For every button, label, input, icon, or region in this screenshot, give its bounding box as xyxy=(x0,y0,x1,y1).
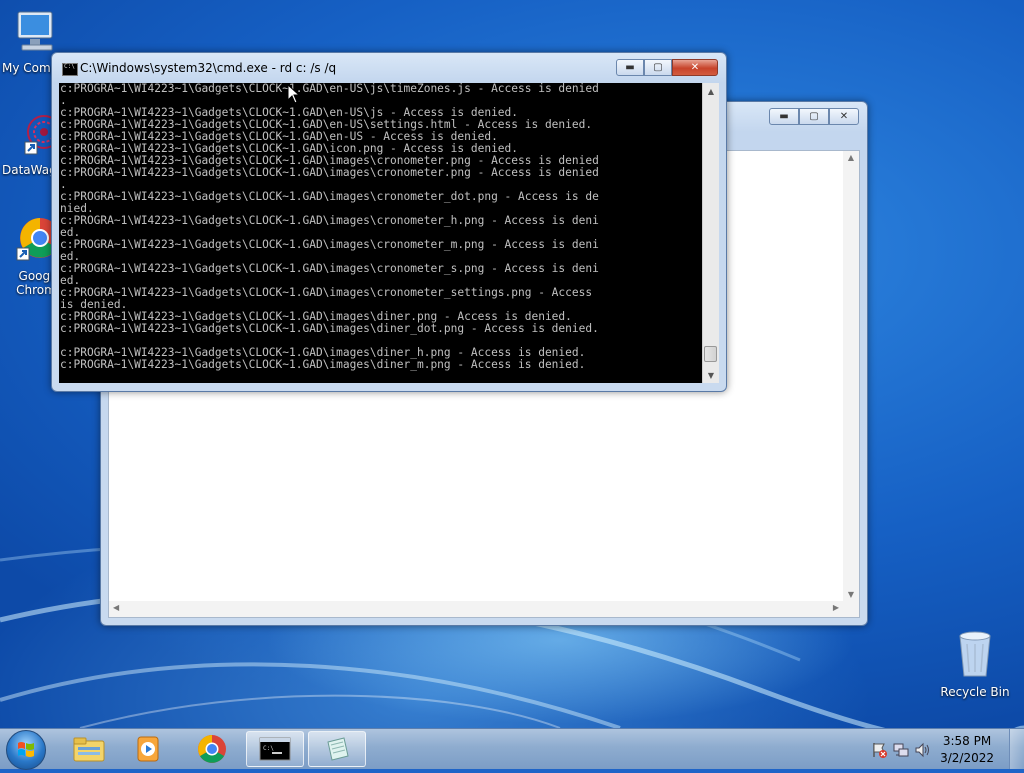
scroll-down-arrow-icon[interactable]: ▼ xyxy=(703,367,719,383)
scroll-down-arrow-icon[interactable]: ▼ xyxy=(843,590,859,599)
taskbar-cmd-button[interactable]: C:\ xyxy=(246,731,304,767)
close-button[interactable]: ✕ xyxy=(672,59,718,76)
cmd-caption-buttons: ▬ ▢ ✕ xyxy=(616,59,718,76)
scrollbar-thumb[interactable] xyxy=(704,346,717,362)
taskbar-chrome-button[interactable] xyxy=(183,731,241,767)
system-tray: 3:58 PM 3/2/2022 xyxy=(864,729,1024,769)
console-line: c:PROGRA~1\WI4223~1\Gadgets\CLOCK~1.GAD\… xyxy=(60,286,593,299)
desktop-icon-chrome[interactable]: Googl Chrom xyxy=(0,214,60,297)
start-orb[interactable] xyxy=(6,730,46,770)
chrome-icon xyxy=(198,735,226,763)
cmd-window-icon: C:\ xyxy=(62,63,78,76)
scroll-right-arrow-icon[interactable]: ▶ xyxy=(833,603,839,612)
taskbar-clock[interactable]: 3:58 PM 3/2/2022 xyxy=(940,733,994,767)
clock-date: 3/2/2022 xyxy=(940,751,994,765)
scroll-up-arrow-icon[interactable]: ▲ xyxy=(703,83,719,99)
console-line: c:PROGRA~1\WI4223~1\Gadgets\CLOCK~1.GAD\… xyxy=(60,238,599,251)
explorer-icon xyxy=(73,737,105,762)
chrome-icon xyxy=(16,218,60,261)
recycle-bin-icon xyxy=(959,631,991,677)
volume-icon[interactable] xyxy=(914,741,932,759)
desktop-icon-recycle-bin[interactable]: Recycle Bin xyxy=(939,630,1011,699)
maximize-button[interactable]: ▢ xyxy=(799,108,829,125)
network-icon[interactable] xyxy=(892,741,910,759)
console-line: c:PROGRA~1\WI4223~1\Gadgets\CLOCK~1.GAD\… xyxy=(60,214,599,227)
console-line: c:PROGRA~1\WI4223~1\Gadgets\CLOCK~1.GAD\… xyxy=(60,262,599,275)
minimize-button[interactable]: ▬ xyxy=(769,108,799,125)
close-button[interactable]: ✕ xyxy=(829,108,859,125)
window-title: C:\Windows\system32\cmd.exe - rd c: /s /… xyxy=(80,61,337,75)
console-vertical-scrollbar[interactable]: ▲ ▼ xyxy=(702,83,719,383)
console-line: c:PROGRA~1\WI4223~1\Gadgets\CLOCK~1.GAD\… xyxy=(60,322,599,335)
console-line: c:PROGRA~1\WI4223~1\Gadgets\CLOCK~1.GAD\… xyxy=(60,83,599,95)
clock-time: 3:58 PM xyxy=(942,734,992,748)
desktop-icon-label: Recycle Bin xyxy=(940,685,1010,699)
cmd-window[interactable]: C:\ C:\Windows\system32\cmd.exe - rd c: … xyxy=(51,52,727,392)
windows-logo-icon xyxy=(18,742,34,757)
media-player-icon xyxy=(137,736,159,762)
minimize-button[interactable]: ▬ xyxy=(616,59,644,76)
console-line: c:PROGRA~1\WI4223~1\Gadgets\CLOCK~1.GAD\… xyxy=(60,358,586,371)
notepad-icon xyxy=(327,737,349,761)
mouse-cursor-icon xyxy=(287,84,301,104)
action-center-flag-icon[interactable] xyxy=(870,741,888,759)
scroll-left-arrow-icon[interactable]: ◀ xyxy=(113,603,119,612)
notepad-caption-buttons: ▬ ▢ ✕ xyxy=(769,108,859,125)
scroll-up-arrow-icon[interactable]: ▲ xyxy=(843,153,859,162)
taskbar: C:\ 3:58 PM 3/2/2022 xyxy=(0,728,1024,770)
cmd-icon: C:\ xyxy=(259,737,291,761)
taskbar-explorer-button[interactable] xyxy=(60,731,118,767)
maximize-button[interactable]: ▢ xyxy=(644,59,672,76)
taskbar-media-player-button[interactable] xyxy=(120,731,178,767)
notepad-vertical-scrollbar[interactable]: ▲ ▼ xyxy=(843,151,859,617)
console-output[interactable]: c:PROGRA~1\WI4223~1\Gadgets\CLOCK~1.GAD\… xyxy=(59,83,704,383)
taskbar-notepad-button[interactable] xyxy=(308,731,366,767)
notepad-horizontal-scrollbar[interactable]: ◀ ▶ xyxy=(109,601,843,617)
console-line: c:PROGRA~1\WI4223~1\Gadgets\CLOCK~1.GAD\… xyxy=(60,190,599,203)
svg-text:C:\: C:\ xyxy=(263,745,274,752)
show-desktop-button[interactable] xyxy=(1009,729,1024,769)
console-line: c:PROGRA~1\WI4223~1\Gadgets\CLOCK~1.GAD\… xyxy=(60,166,599,179)
computer-icon xyxy=(17,11,53,51)
desktop-icon-label: Googl Chrom xyxy=(16,269,56,297)
